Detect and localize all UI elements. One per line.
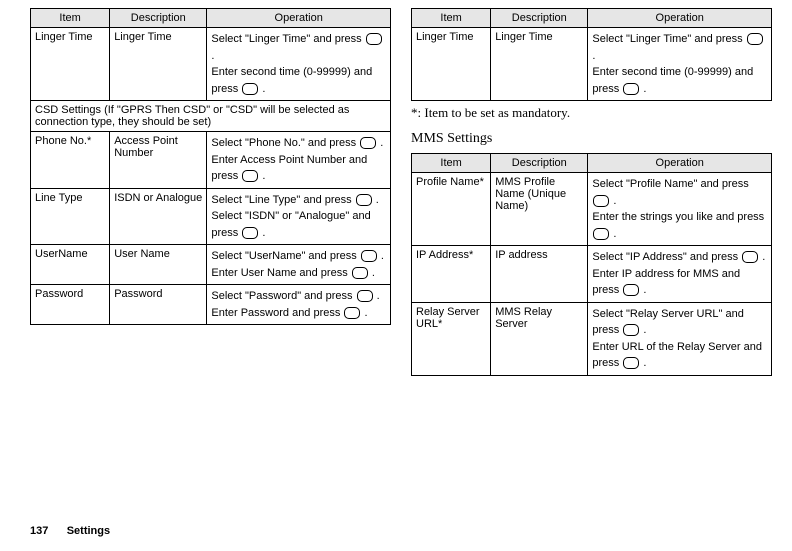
table-row: UserName User Name Select "UserName" and… [31, 245, 391, 285]
button-icon [623, 83, 639, 95]
page-title: Settings [67, 525, 110, 537]
button-icon [747, 33, 763, 45]
button-icon [356, 194, 372, 206]
table-row: Relay Server URL* MMS Relay Server Selec… [412, 302, 772, 375]
button-icon [593, 228, 609, 240]
th-item: Item [31, 9, 110, 28]
button-icon [242, 227, 258, 239]
button-icon [352, 267, 368, 279]
table-row: Profile Name* MMS Profile Name (Unique N… [412, 173, 772, 246]
button-icon [593, 195, 609, 207]
page-footer: 137 Settings [30, 525, 110, 537]
page-number: 137 [30, 525, 48, 537]
button-icon [360, 137, 376, 149]
button-icon [242, 170, 258, 182]
button-icon [366, 33, 382, 45]
button-icon [623, 324, 639, 336]
button-icon [623, 357, 639, 369]
mms-heading: MMS Settings [411, 131, 772, 147]
button-icon [623, 284, 639, 296]
mms-table: Item Description Operation Profile Name*… [411, 153, 772, 376]
mandatory-note: *: Item to be set as mandatory. [411, 105, 772, 121]
section-row: CSD Settings (If "GPRS Then CSD" or "CSD… [31, 101, 391, 132]
table-row: Password Password Select "Password" and … [31, 285, 391, 325]
button-icon [344, 307, 360, 319]
table-row: Linger Time Linger Time Select "Linger T… [412, 28, 772, 101]
button-icon [357, 290, 373, 302]
right-table-1: Item Description Operation Linger Time L… [411, 8, 772, 101]
table-row: Phone No.* Access Point Number Select "P… [31, 132, 391, 189]
op-cell: Select "Linger Time" and press . Enter s… [207, 28, 391, 101]
button-icon [361, 250, 377, 262]
table-row: IP Address* IP address Select "IP Addres… [412, 246, 772, 303]
th-desc: Description [110, 9, 207, 28]
button-icon [742, 251, 758, 263]
table-row: Linger Time Linger Time Select "Linger T… [31, 28, 391, 101]
left-table: Item Description Operation Linger Time L… [30, 8, 391, 325]
table-row: Line Type ISDN or Analogue Select "Line … [31, 188, 391, 245]
th-op: Operation [207, 9, 391, 28]
button-icon [242, 83, 258, 95]
